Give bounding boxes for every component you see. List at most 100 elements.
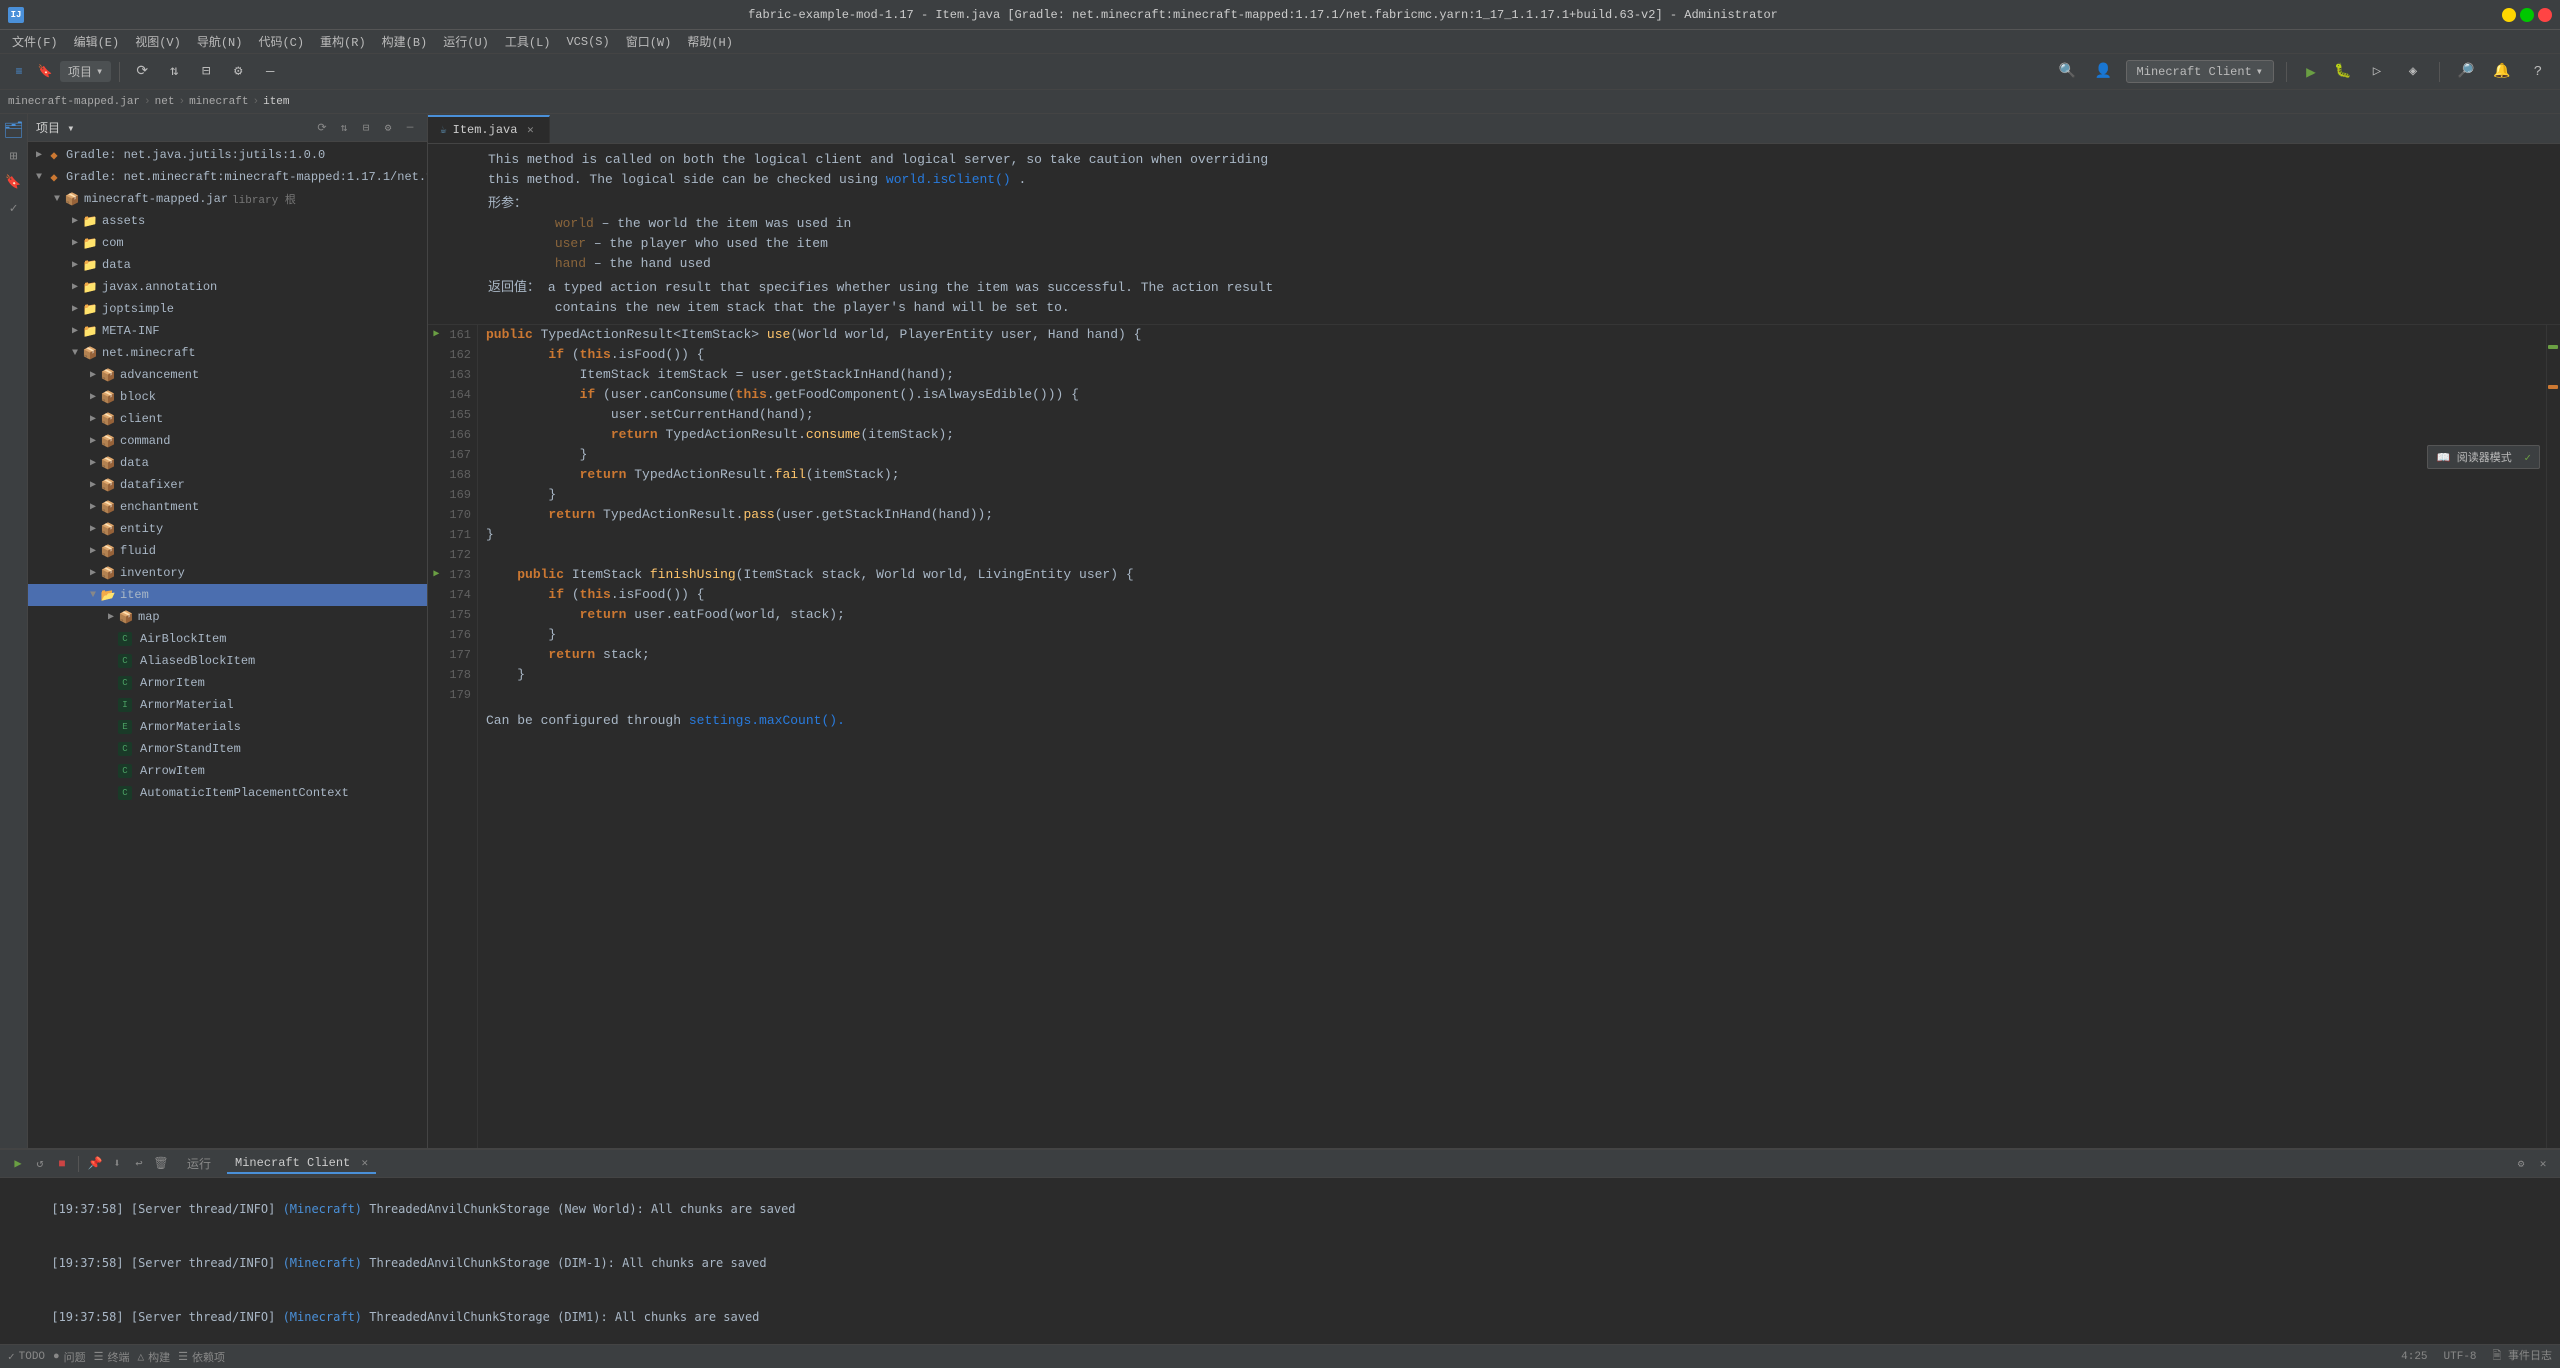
tree-item-arrowitem[interactable]: ▶ C ArrowItem xyxy=(28,760,427,782)
tree-item-assets[interactable]: ▶ 📁 assets xyxy=(28,210,427,232)
panel-filter-icon[interactable]: ⇅ xyxy=(335,119,353,137)
project-view-icon[interactable]: ≡ xyxy=(8,61,30,83)
bottom-tab-mc-client[interactable]: Minecraft Client ✕ xyxy=(227,1154,376,1174)
search-everywhere-btn[interactable]: 🔎 xyxy=(2452,58,2480,86)
tree-item-gradle2[interactable]: ▼ ◆ Gradle: net.minecraft:minecraft-mapp… xyxy=(28,166,427,188)
settings-btn[interactable]: ⚙ xyxy=(224,58,252,86)
reading-mode-button[interactable]: 📖 阅读器模式 ✓ xyxy=(2427,445,2540,469)
run-stop-button[interactable]: ■ xyxy=(52,1154,72,1174)
menu-navigate[interactable]: 导航(N) xyxy=(189,31,251,52)
status-deps[interactable]: ☰ 依赖项 xyxy=(178,1349,225,1365)
run-restart-button[interactable]: ↺ xyxy=(30,1154,50,1174)
status-event-log[interactable]: 🗎 事件日志 xyxy=(2493,1347,2552,1366)
panel-collapse-icon[interactable]: ⊟ xyxy=(357,119,375,137)
menu-window[interactable]: 窗口(W) xyxy=(618,31,680,52)
tree-item-armormaterials[interactable]: ▶ E ArmorMaterials xyxy=(28,716,427,738)
status-build[interactable]: △ 构建 xyxy=(138,1349,171,1365)
tree-item-aliasedblockitem[interactable]: ▶ C AliasedBlockItem xyxy=(28,650,427,672)
tree-item-entity[interactable]: ▶ 📦 entity xyxy=(28,518,427,540)
minimize-button[interactable] xyxy=(2502,8,2516,22)
tree-item-block[interactable]: ▶ 📦 block xyxy=(28,386,427,408)
run-clear-button[interactable]: 🗑 xyxy=(151,1154,171,1174)
bottom-tab-run[interactable]: 运行 xyxy=(179,1153,219,1174)
menu-view[interactable]: 视图(V) xyxy=(127,31,189,52)
tree-item-command[interactable]: ▶ 📦 command xyxy=(28,430,427,452)
tab-item-java[interactable]: ☕ Item.java ✕ xyxy=(428,115,550,143)
menu-code[interactable]: 代码(C) xyxy=(250,31,312,52)
help-btn[interactable]: ? xyxy=(2524,58,2552,86)
bottom-tab-close[interactable]: ✕ xyxy=(361,1158,368,1170)
tree-item-automaticitem[interactable]: ▶ C AutomaticItemPlacementContext xyxy=(28,782,427,804)
status-encoding[interactable]: UTF-8 xyxy=(2444,1347,2477,1366)
sort-btn[interactable]: ⇅ xyxy=(160,58,188,86)
tree-item-map[interactable]: ▶ 📦 map xyxy=(28,606,427,628)
tree-item-fluid[interactable]: ▶ 📦 fluid xyxy=(28,540,427,562)
bottom-close-icon[interactable]: ✕ xyxy=(2534,1155,2552,1173)
status-todo[interactable]: ✓ TODO xyxy=(8,1350,45,1364)
tree-item-com[interactable]: ▶ 📁 com xyxy=(28,232,427,254)
debug-button[interactable]: 🐛 xyxy=(2331,60,2355,84)
panel-sync-icon[interactable]: ⟳ xyxy=(313,119,331,137)
collapse-btn[interactable]: ⊟ xyxy=(192,58,220,86)
panel-settings-icon[interactable]: ⚙ xyxy=(379,119,397,137)
menu-run[interactable]: 运行(U) xyxy=(435,31,497,52)
run-button[interactable]: ▶ xyxy=(2299,60,2323,84)
panel-close-icon[interactable]: — xyxy=(401,119,419,137)
tree-item-mcjar[interactable]: ▼ 📦 minecraft-mapped.jar library 根 xyxy=(28,188,427,210)
tree-item-inventory[interactable]: ▶ 📦 inventory xyxy=(28,562,427,584)
side-todo-icon[interactable]: ✓ xyxy=(2,196,26,220)
tree-item-data2[interactable]: ▶ 📦 data xyxy=(28,452,427,474)
mc-client-dropdown[interactable]: Minecraft Client ▾ xyxy=(2126,60,2274,83)
breadcrumb-net[interactable]: net xyxy=(155,96,175,108)
notifications-btn[interactable]: 🔔 xyxy=(2488,58,2516,86)
project-dropdown[interactable]: 项目 ▾ xyxy=(60,61,111,82)
tree-item-armormaterial[interactable]: ▶ I ArmorMaterial xyxy=(28,694,427,716)
search-btn[interactable]: 🔍 xyxy=(2054,58,2082,86)
close-button[interactable] xyxy=(2538,8,2552,22)
bookmarks-icon[interactable]: 🔖 xyxy=(34,61,56,83)
maximize-button[interactable] xyxy=(2520,8,2534,22)
run-pin-button[interactable]: 📌 xyxy=(85,1154,105,1174)
tree-item-joptsimple[interactable]: ▶ 📁 joptsimple xyxy=(28,298,427,320)
gutter-run-icon-161[interactable]: ▶ xyxy=(433,325,445,345)
hide-btn[interactable]: — xyxy=(256,58,284,86)
tree-item-data[interactable]: ▶ 📁 data xyxy=(28,254,427,276)
status-terminal[interactable]: ☰ 终端 xyxy=(94,1349,130,1365)
tree-item-netmc[interactable]: ▼ 📦 net.minecraft xyxy=(28,342,427,364)
menu-vcs[interactable]: VCS(S) xyxy=(558,33,617,51)
tree-item-advancement[interactable]: ▶ 📦 advancement xyxy=(28,364,427,386)
run-wrap-button[interactable]: ↩ xyxy=(129,1154,149,1174)
side-project-icon[interactable]: 🗂 xyxy=(2,118,26,142)
side-structure-icon[interactable]: ⊞ xyxy=(2,144,26,168)
breadcrumb-minecraft[interactable]: minecraft xyxy=(189,96,248,108)
tree-item-metainf[interactable]: ▶ 📁 META-INF xyxy=(28,320,427,342)
breadcrumb-root[interactable]: minecraft-mapped.jar xyxy=(8,96,140,108)
coverage-btn[interactable]: ▷ xyxy=(2363,58,2391,86)
side-bookmarks-icon[interactable]: 🔖 xyxy=(2,170,26,194)
tab-close-button[interactable]: ✕ xyxy=(523,123,537,137)
tree-item-enchantment[interactable]: ▶ 📦 enchantment xyxy=(28,496,427,518)
tree-item-client[interactable]: ▶ 📦 client xyxy=(28,408,427,430)
breadcrumb-item[interactable]: item xyxy=(263,96,289,108)
sync-btn[interactable]: ⟳ xyxy=(128,58,156,86)
gutter-run-icon-173[interactable]: ▶ xyxy=(433,565,445,585)
menu-edit[interactable]: 编辑(E) xyxy=(66,31,128,52)
menu-tools[interactable]: 工具(L) xyxy=(497,31,559,52)
tree-container[interactable]: ▶ ◆ Gradle: net.java.jutils:jutils:1.0.0… xyxy=(28,142,427,1148)
user-btn[interactable]: 👤 xyxy=(2090,58,2118,86)
menu-refactor[interactable]: 重构(R) xyxy=(312,31,374,52)
tree-item-airblockitem[interactable]: ▶ C AirBlockItem xyxy=(28,628,427,650)
menu-help[interactable]: 帮助(H) xyxy=(679,31,741,52)
tree-item-datafixer[interactable]: ▶ 📦 datafixer xyxy=(28,474,427,496)
menu-build[interactable]: 构建(B) xyxy=(374,31,436,52)
tree-item-javax[interactable]: ▶ 📁 javax.annotation xyxy=(28,276,427,298)
tree-item-armorstanditem[interactable]: ▶ C ArmorStandItem xyxy=(28,738,427,760)
run-scroll-button[interactable]: ⬇ xyxy=(107,1154,127,1174)
run-start-button[interactable]: ▶ xyxy=(8,1154,28,1174)
status-problems[interactable]: ● 问题 xyxy=(53,1349,86,1365)
profile-btn[interactable]: ◈ xyxy=(2399,58,2427,86)
tree-item-item[interactable]: ▼ 📂 item xyxy=(28,584,427,606)
tree-item-armoritem[interactable]: ▶ C ArmorItem xyxy=(28,672,427,694)
code-content[interactable]: public TypedActionResult<ItemStack> use(… xyxy=(478,325,2546,1148)
tree-item-gradle1[interactable]: ▶ ◆ Gradle: net.java.jutils:jutils:1.0.0 xyxy=(28,144,427,166)
